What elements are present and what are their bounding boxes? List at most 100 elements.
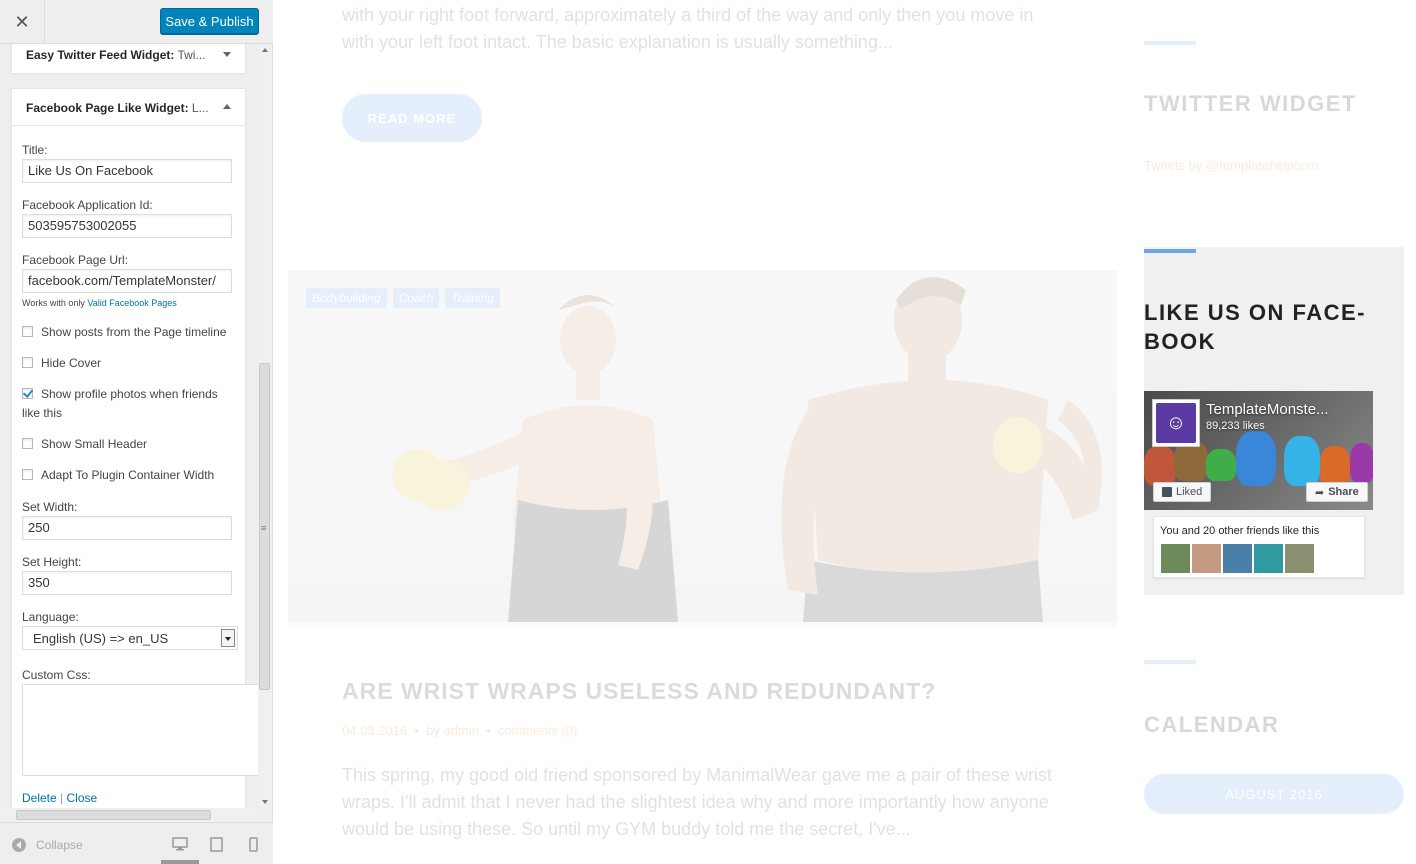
widget-title: Facebook Page Like Widget: [26,101,189,115]
delete-link[interactable]: Delete [22,791,57,805]
widgets-scroll-area: Easy Twitter Feed Widget: Twi... Faceboo… [0,44,258,808]
divider [1144,660,1196,664]
checkbox-small-header[interactable]: Show Small Header [22,435,237,454]
scroll-down-icon[interactable] [262,800,268,804]
checkbox-show-posts[interactable]: Show posts from the Page timeline [22,323,237,342]
facebook-page-cover[interactable]: ☺ TemplateMonste... 89,233 likes Liked ➦… [1144,391,1373,510]
share-label: Share [1328,486,1359,498]
friends-like-text: You and 20 other friends like this [1160,525,1320,537]
checkbox-label: Show posts from the Page timeline [41,325,227,339]
checkbox-label: Adapt To Plugin Container Width [41,468,215,482]
widget-subtitle: L... [188,101,209,115]
save-publish-button[interactable]: Save & Publish [160,8,259,34]
language-label: Language: [22,610,79,624]
calendar-month[interactable]: AUGUST 2016 [1144,774,1404,814]
page-avatar[interactable]: ☺ [1152,399,1200,447]
active-device-indicator [161,860,199,864]
customizer-panel: ✕ Save & Publish Easy Twitter Feed Widge… [0,0,273,864]
collapse-label: Collapse [36,838,83,852]
checkbox[interactable] [22,357,33,368]
read-more-button[interactable]: READ MORE [342,94,482,142]
mascot [1144,446,1176,486]
friend-avatar[interactable] [1161,544,1190,573]
vertical-scrollbar[interactable]: ≡ [258,44,272,808]
mascot [1284,436,1320,486]
widget-facebook-like[interactable]: Facebook Page Like Widget: L... [11,88,246,126]
height-input[interactable]: 350 [22,571,232,595]
widget-title: Easy Twitter Feed Widget: [26,48,175,62]
fitness-photo [392,277,1102,622]
calendar-title: CALENDAR [1144,712,1280,737]
desktop-preview-icon[interactable] [172,837,188,854]
divider [1144,249,1196,253]
checkbox-show-faces[interactable]: Show profile photos when friends like th… [22,385,237,423]
liked-button[interactable]: Liked [1153,482,1212,502]
scroll-up-icon[interactable] [262,48,268,52]
separator: | [60,791,64,805]
checkbox-adapt-width[interactable]: Adapt To Plugin Container Width [22,466,237,485]
width-label: Set Width: [22,500,78,514]
post-title[interactable]: ARE WRIST WRAPS USELESS AND REDUNDANT? [342,678,936,705]
page-url-input[interactable]: facebook.com/TemplateMonster/ [22,269,232,293]
tablet-preview-icon[interactable] [210,837,223,855]
language-value: English (US) => en_US [33,631,169,646]
page-name[interactable]: TemplateMonste... [1206,401,1329,418]
collapse-button[interactable]: Collapse [12,838,83,852]
chevron-up-icon[interactable] [223,104,231,109]
checkbox-hide-cover[interactable]: Hide Cover [22,354,237,373]
widget-form: Title: Like Us On Facebook Facebook Appl… [11,126,258,808]
title-input[interactable]: Like Us On Facebook [22,159,232,183]
post-excerpt: with your right foot forward, approximat… [342,5,1034,52]
divider [288,622,1117,627]
checkbox[interactable] [22,469,33,480]
page-url-label: Facebook Page Url: [22,253,129,267]
friend-avatar[interactable] [1223,544,1252,573]
checkbox-label: Show Small Header [41,437,148,451]
valid-pages-link[interactable]: Valid Facebook Pages [87,298,176,308]
monster-logo-icon: ☺ [1156,403,1196,443]
checkbox[interactable] [22,326,33,337]
collapse-icon [12,838,26,852]
post-by: by [426,723,440,738]
widget-actions: Delete | Close [22,791,97,805]
language-select[interactable]: English (US) => en_US [22,626,238,650]
friend-avatar[interactable] [1285,544,1314,573]
horizontal-scrollbar[interactable] [0,808,258,822]
mascot [1236,431,1276,486]
friend-avatar[interactable] [1254,544,1283,573]
chevron-down-icon[interactable] [223,52,231,57]
close-icon[interactable]: ✕ [0,0,45,44]
post-comments[interactable]: comments (0) [498,723,577,738]
post-image: Bodybuilding Coach Training [288,270,1117,622]
tweets-by-link[interactable]: Tweets by @templatehelpcom [1144,158,1318,173]
customizer-header: ✕ Save & Publish [0,0,273,44]
mascot [1320,446,1350,486]
post-excerpt: This spring, my good old friend sponsore… [342,765,1052,839]
checkbox-checked[interactable] [22,388,33,399]
height-label: Set Height: [22,555,82,569]
liked-label: Liked [1176,486,1203,498]
chevron-down-icon[interactable] [221,629,235,647]
share-icon: ➦ [1315,486,1325,499]
mobile-preview-icon[interactable] [249,837,258,855]
share-button[interactable]: ➦ Share [1306,482,1368,502]
customizer-footer: Collapse [0,822,273,864]
page-url-hint: Works with only Valid Facebook Pages [22,298,177,308]
friend-avatar[interactable] [1192,544,1221,573]
site-preview: with your right foot forward, approximat… [273,0,1416,864]
facebook-icon [1162,487,1172,497]
mascot [1174,441,1208,481]
widget-twitter-feed[interactable]: Easy Twitter Feed Widget: Twi... [11,44,246,74]
scrollbar-thumb[interactable] [16,810,211,820]
post-author[interactable]: admin [443,723,478,738]
checkbox[interactable] [22,438,33,449]
custom-css-textarea[interactable] [22,684,258,776]
twitter-widget-title: TWITTER WIDGET [1144,91,1357,116]
title-label: Title: [22,143,48,157]
friends-like-box: You and 20 other friends like this [1153,516,1365,578]
close-link[interactable]: Close [67,791,98,805]
widget-subtitle: Twi... [174,48,206,62]
app-id-label: Facebook Application Id: [22,198,153,212]
app-id-input[interactable]: 503595753002055 [22,214,232,238]
width-input[interactable]: 250 [22,516,232,540]
